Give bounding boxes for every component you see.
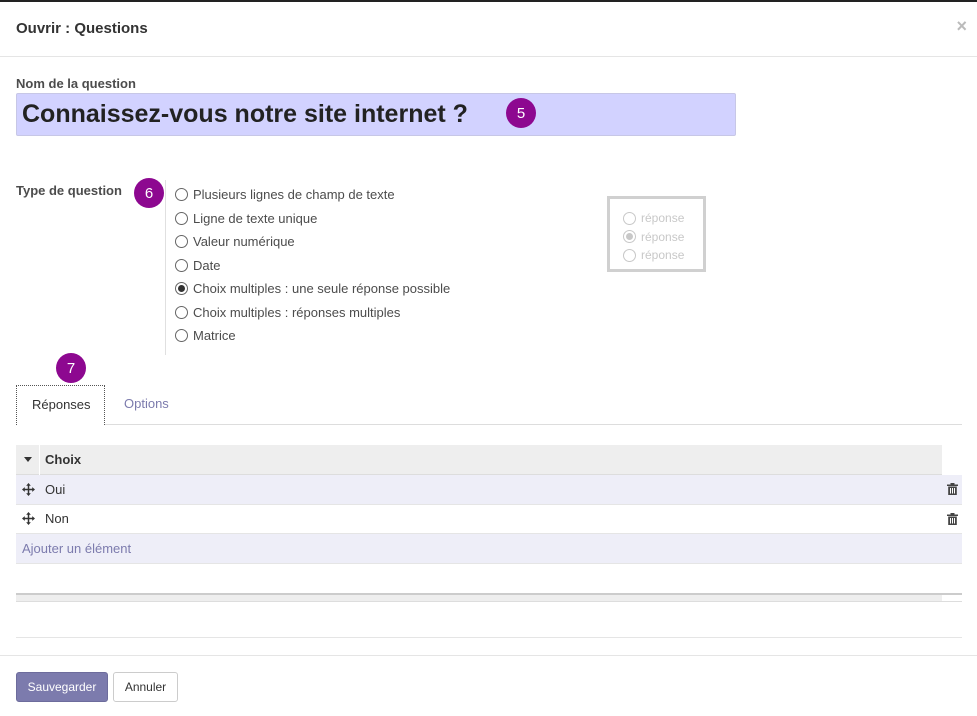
step-badge-5: 5 (506, 98, 536, 128)
preview-row: réponse (623, 228, 703, 247)
option-label: Plusieurs lignes de champ de texte (193, 187, 395, 203)
table-row[interactable]: Non (16, 505, 962, 534)
step-badge-6: 6 (134, 178, 164, 208)
question-type-option[interactable]: Plusieurs lignes de champ de texte (175, 183, 485, 207)
preview-row: réponse (623, 209, 703, 228)
caret-down-icon (23, 457, 32, 462)
step-badge-7: 7 (56, 353, 86, 383)
option-label: Matrice (193, 328, 236, 344)
divider (16, 637, 962, 638)
question-type-option[interactable]: Date (175, 254, 485, 278)
question-name-label: Nom de la question (16, 76, 136, 91)
answers-table: Choix Oui Non Ajouter un élément (16, 444, 962, 564)
question-type-label: Type de question (16, 183, 122, 198)
trash-icon[interactable] (947, 483, 958, 498)
sort-toggle[interactable] (16, 444, 40, 475)
column-header-choix[interactable]: Choix (40, 452, 81, 467)
option-label: Valeur numérique (193, 234, 295, 250)
trash-icon[interactable] (947, 512, 958, 528)
tab-bar: Réponses Options (16, 385, 962, 425)
question-type-option[interactable]: Valeur numérique (175, 230, 485, 254)
save-button[interactable]: Sauvegarder (16, 672, 108, 702)
preview-row: réponse (623, 246, 703, 265)
radio-icon[interactable] (175, 211, 188, 225)
question-type-option[interactable]: Matrice (175, 324, 485, 348)
row-value[interactable]: Non (40, 511, 69, 526)
radio-icon[interactable] (175, 305, 188, 319)
option-label: Choix multiples : une seule réponse poss… (193, 281, 451, 297)
question-type-radio-group: Plusieurs lignes de champ de texte Ligne… (165, 180, 485, 355)
question-type-option[interactable]: Choix multiples : une seule réponse poss… (175, 277, 485, 301)
question-type-preview: réponse réponse réponse (607, 196, 706, 272)
question-type-option[interactable]: Choix multiples : réponses multiples (175, 301, 485, 325)
radio-icon (623, 211, 636, 225)
radio-icon[interactable] (175, 329, 188, 343)
option-label: Date (193, 257, 221, 273)
table-row[interactable]: Oui (16, 475, 962, 505)
radio-checked-icon (623, 230, 636, 244)
radio-icon[interactable] (175, 235, 188, 249)
tab-options[interactable]: Options (109, 385, 184, 425)
option-label: Ligne de texte unique (193, 210, 318, 226)
dialog-header: Ouvrir : Questions × (0, 2, 977, 57)
question-type-option[interactable]: Ligne de texte unique (175, 207, 485, 231)
close-icon[interactable]: × (956, 16, 967, 37)
preview-label: réponse (641, 229, 685, 244)
radio-icon[interactable] (175, 258, 188, 272)
table-footer-bar (16, 595, 942, 601)
radio-icon (623, 248, 636, 262)
preview-label: réponse (641, 211, 685, 226)
drag-handle-icon[interactable] (16, 512, 40, 526)
row-value[interactable]: Oui (40, 482, 65, 497)
table-header: Choix (16, 444, 942, 475)
question-name-input[interactable] (16, 93, 736, 136)
drag-handle-icon[interactable] (16, 482, 40, 496)
dialog-title: Ouvrir : Questions (16, 20, 148, 37)
table-footer (16, 593, 962, 602)
footer-divider (0, 655, 977, 656)
option-label: Choix multiples : réponses multiples (193, 304, 401, 320)
radio-icon[interactable] (175, 188, 188, 202)
add-item-link[interactable]: Ajouter un élément (16, 534, 962, 564)
preview-label: réponse (641, 248, 685, 263)
cancel-button[interactable]: Annuler (113, 672, 178, 702)
tab-reponses[interactable]: Réponses (16, 385, 105, 425)
radio-checked-icon[interactable] (175, 282, 188, 296)
